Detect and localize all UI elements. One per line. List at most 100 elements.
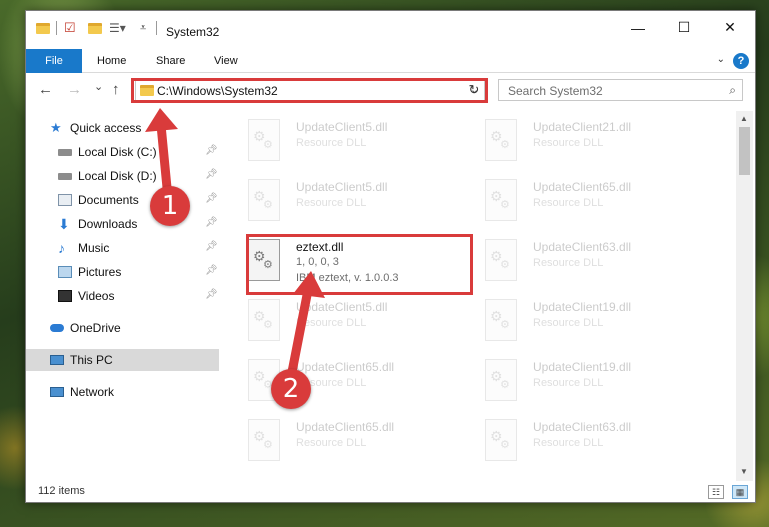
sidebar-item-label: Network [70,385,115,399]
dll-file-icon: ⚙ ⚙ [485,299,517,341]
file-item[interactable]: ⚙ ⚙ UpdateClient63.dll Resource DLL [483,237,715,293]
sidebar-item-downloads[interactable]: ⬇ Downloads 📌︎ [26,213,219,235]
pin-icon[interactable]: 📌︎ [205,194,218,204]
step-1-badge: 1 [150,186,190,226]
music-icon: ♪ [58,240,65,256]
file-name: UpdateClient63.dll [533,240,632,254]
maximize-button[interactable]: ☐ [661,11,707,44]
sidebar-item-label: This PC [70,353,113,367]
properties-icon[interactable]: ☑ [64,20,76,36]
network-icon [50,387,64,397]
file-item[interactable]: ⚙ ⚙ UpdateClient19.dll Resource DLL [483,357,715,413]
file-item[interactable]: ⚙ ⚙ UpdateClient65.dll Resource DLL [246,417,478,471]
dll-file-icon: ⚙ ⚙ [485,419,517,461]
up-button[interactable]: ↑ [112,81,120,98]
tab-share[interactable]: Share [156,55,185,67]
back-button[interactable]: ← [38,81,53,98]
quick-access-dropdown-icon[interactable]: ⩡ [140,20,146,36]
file-name: UpdateClient65.dll [296,420,395,434]
navigation-pane: ★ Quick access Local Disk (C:) 📌︎ Local … [26,111,219,471]
sidebar-item-local-disk-c[interactable]: Local Disk (C:) 📌︎ [26,141,219,163]
file-name: UpdateClient65.dll [296,360,395,374]
sidebar-item-label: Music [78,241,110,255]
dll-file-icon: ⚙ ⚙ [248,119,280,161]
documents-icon [58,194,72,206]
pin-icon[interactable]: 📌︎ [205,170,218,180]
scroll-down-icon[interactable]: ▼ [740,467,748,476]
file-description: Resource DLL [533,257,604,269]
file-highlight-box [246,234,473,295]
file-description: Resource DLL [533,137,604,149]
help-button[interactable]: ? [733,53,749,69]
sidebar-item-onedrive[interactable]: OneDrive [26,317,219,339]
scrollbar-thumb[interactable] [739,127,750,175]
expand-ribbon-icon[interactable]: ⌄ [717,54,725,65]
cloud-icon [50,324,64,332]
file-description: Resource DLL [533,437,604,449]
title-bar: ☑ ☰▾ ⩡ System32 — ☐ ✕ [26,11,755,44]
sidebar-item-label: Pictures [78,265,122,279]
folder-icon [36,20,50,36]
forward-button[interactable]: → [67,81,82,98]
file-description: Resource DLL [533,377,604,389]
tab-home[interactable]: Home [97,55,126,67]
sidebar-item-label: Local Disk (D:) [78,169,157,183]
file-description: Resource DLL [533,317,604,329]
tab-file[interactable]: File [26,49,82,73]
recent-locations-button[interactable]: ⌄ [94,80,103,93]
dll-file-icon: ⚙ ⚙ [485,119,517,161]
file-item[interactable]: ⚙ ⚙ UpdateClient5.dll Resource DLL [246,297,478,353]
pin-icon[interactable]: 📌︎ [205,146,218,156]
sidebar-item-quick-access[interactable]: ★ Quick access [26,117,219,139]
star-icon: ★ [50,120,62,135]
file-item[interactable]: ⚙ ⚙ UpdateClient65.dll Resource DLL [483,177,715,233]
minimize-button[interactable]: — [615,11,661,44]
pin-icon[interactable]: 📌︎ [205,218,218,228]
file-description: Resource DLL [296,137,367,149]
pin-icon[interactable]: 📌︎ [205,266,218,276]
sidebar-item-pictures[interactable]: Pictures 📌︎ [26,261,219,283]
sidebar-item-label: Documents [78,193,139,207]
sidebar-item-network[interactable]: Network [26,381,219,403]
tab-view[interactable]: View [214,55,238,67]
file-name: UpdateClient5.dll [296,300,388,314]
tiles-view-icon[interactable]: ▦ [732,485,748,499]
file-description: Resource DLL [533,197,604,209]
dll-file-icon: ⚙ ⚙ [248,419,280,461]
status-bar: 112 items ☷ ▦ [26,481,755,503]
scroll-up-icon[interactable]: ▲ [740,114,748,123]
close-button[interactable]: ✕ [707,11,753,44]
pin-icon[interactable]: 📌︎ [205,290,218,300]
search-icon: ⌕ [729,83,736,97]
file-item[interactable]: ⚙ ⚙ UpdateClient21.dll Resource DLL [483,117,715,173]
file-item[interactable]: ⚙ ⚙ UpdateClient5.dll Resource DLL [246,117,478,173]
sidebar-item-this-pc[interactable]: This PC [26,349,219,371]
sidebar-item-music[interactable]: ♪ Music 📌︎ [26,237,219,259]
download-icon: ⬇ [58,216,70,232]
file-name: UpdateClient65.dll [533,180,632,194]
customize-icon[interactable]: ☰▾ [109,20,126,36]
vertical-scrollbar[interactable]: ▲ ▼ [736,111,753,481]
file-item[interactable]: ⚙ ⚙ UpdateClient63.dll Resource DLL [483,417,715,471]
sidebar-item-label: Downloads [78,217,138,231]
sidebar-item-videos[interactable]: Videos 📌︎ [26,285,219,307]
file-name: UpdateClient19.dll [533,300,632,314]
window-title: System32 [166,25,220,39]
pin-icon[interactable]: 📌︎ [205,242,218,252]
sidebar-item-local-disk-d[interactable]: Local Disk (D:) 📌︎ [26,165,219,187]
new-folder-icon[interactable] [88,20,102,36]
file-item[interactable]: ⚙ ⚙ UpdateClient19.dll Resource DLL [483,297,715,353]
item-count: 112 items [38,485,85,497]
address-highlight-box [131,78,488,103]
dll-file-icon: ⚙ ⚙ [248,299,280,341]
details-view-icon[interactable]: ☷ [708,485,724,499]
sidebar-item-documents[interactable]: Documents 📌︎ [26,189,219,211]
sidebar-item-label: Quick access [70,121,142,135]
pictures-icon [58,266,72,278]
search-input[interactable]: Search System32 ⌕ [498,79,743,101]
file-item[interactable]: ⚙ ⚙ UpdateClient5.dll Resource DLL [246,177,478,233]
dll-file-icon: ⚙ ⚙ [485,359,517,401]
dll-file-icon: ⚙ ⚙ [248,179,280,221]
sidebar-item-label: OneDrive [70,321,121,335]
dll-file-icon: ⚙ ⚙ [485,239,517,281]
